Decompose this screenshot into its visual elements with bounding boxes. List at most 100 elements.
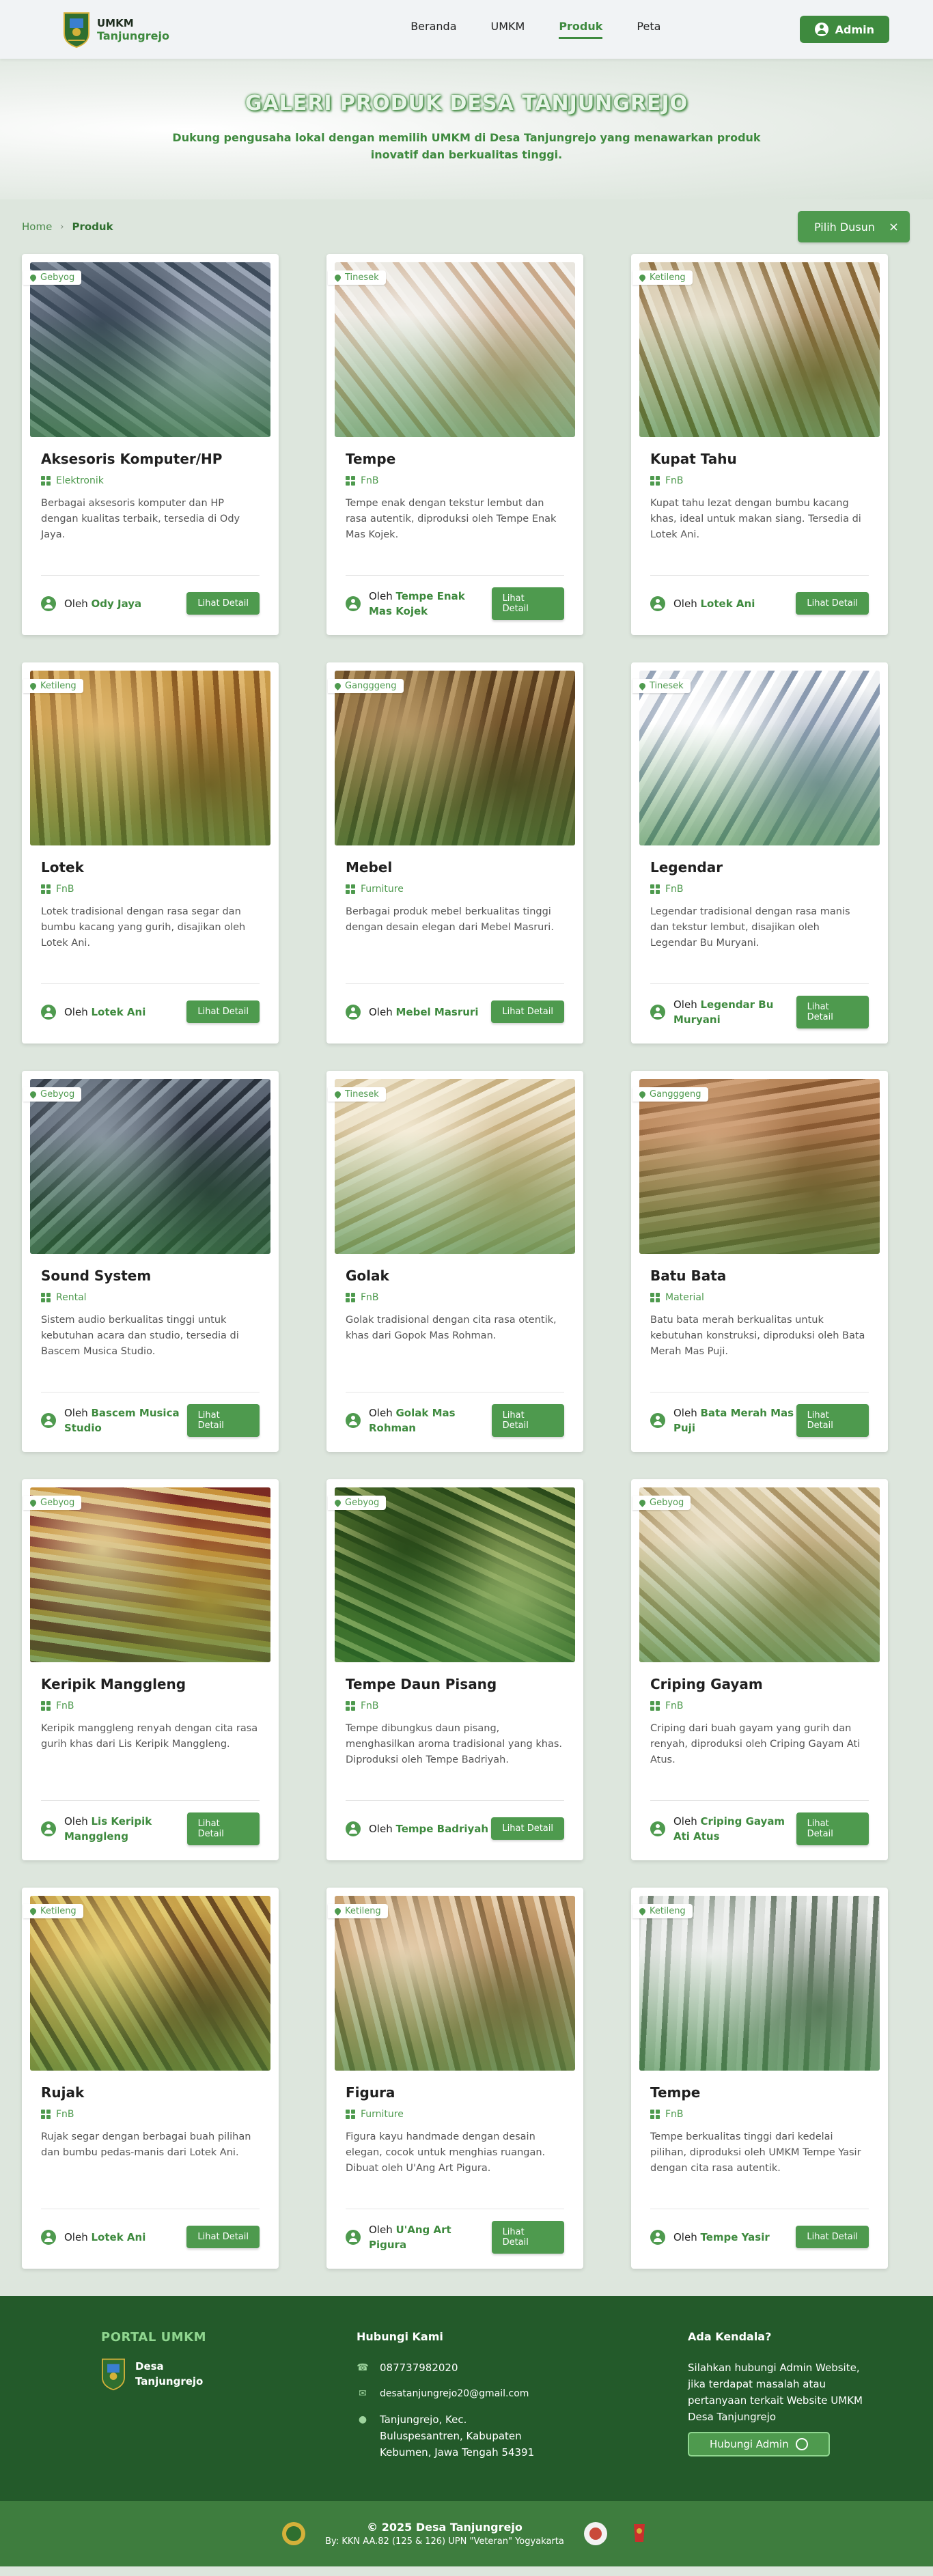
product-card: Gangggeng Mebel Furniture Berbagai produ… bbox=[326, 662, 583, 1044]
nav-umkm[interactable]: UMKM bbox=[491, 20, 525, 39]
user-avatar-icon bbox=[346, 596, 361, 611]
product-description: Tempe berkualitas tinggi dari kedelai pi… bbox=[650, 2131, 861, 2174]
product-card: Gebyog Criping Gayam FnB Criping dari bu… bbox=[631, 1479, 888, 1860]
view-detail-button[interactable]: Lihat Detail bbox=[796, 1403, 869, 1437]
dusun-tag-label: Tinesek bbox=[345, 1089, 379, 1100]
product-image bbox=[335, 262, 575, 437]
location-pin-icon bbox=[29, 682, 38, 690]
contact-email[interactable]: desatanjungrejo20@gmail.com bbox=[380, 2385, 529, 2402]
page-title: GALERI PRODUK DESA TANJUNGREJO bbox=[245, 92, 688, 115]
view-detail-button[interactable]: Lihat Detail bbox=[491, 1817, 564, 1840]
dusun-tag: Gebyog bbox=[23, 1087, 82, 1102]
chevron-right-icon: › bbox=[60, 221, 64, 232]
product-description: Berbagai aksesoris komputer dan HP denga… bbox=[41, 498, 240, 540]
nav-beranda[interactable]: Beranda bbox=[410, 20, 456, 39]
copyright: © 2025 Desa Tanjungrejo bbox=[367, 2521, 523, 2534]
view-detail-button[interactable]: Lihat Detail bbox=[491, 587, 564, 620]
dusun-filter-select[interactable]: Pilih Dusun × bbox=[798, 211, 910, 242]
location-pin-icon bbox=[638, 1498, 647, 1507]
by-label: Oleh bbox=[369, 1406, 393, 1419]
footer-portal-title: PORTAL UMKM bbox=[101, 2330, 206, 2344]
product-card: Gebyog Tempe Daun Pisang FnB Tempe dibun… bbox=[326, 1479, 583, 1860]
product-image bbox=[30, 1487, 270, 1662]
view-detail-button[interactable]: Lihat Detail bbox=[796, 2226, 869, 2248]
dusun-filter-label: Pilih Dusun bbox=[814, 220, 875, 234]
view-detail-button[interactable]: Lihat Detail bbox=[796, 1812, 869, 1845]
category-label: FnB bbox=[665, 2109, 684, 2120]
product-card: Ketileng Tempe FnB Tempe berkualitas tin… bbox=[631, 1888, 888, 2269]
owner-name[interactable]: Tempe Badriyah bbox=[396, 1823, 489, 1835]
category-label: Material bbox=[665, 1292, 704, 1303]
user-avatar-icon bbox=[650, 2229, 665, 2245]
by-label: Oleh bbox=[673, 2230, 697, 2243]
card-footer: Oleh Lotek Ani Lihat Detail bbox=[41, 983, 260, 1044]
product-category: FnB bbox=[346, 1700, 564, 1711]
owner-name[interactable]: Tempe Yasir bbox=[701, 2231, 770, 2243]
product-category: FnB bbox=[41, 884, 260, 895]
category-label: Rental bbox=[56, 1292, 87, 1303]
product-owner: Oleh Tempe Enak Mas Kojek bbox=[346, 589, 492, 619]
user-avatar-icon bbox=[346, 2229, 361, 2245]
category-grid-icon bbox=[41, 1293, 51, 1302]
breadcrumb-home[interactable]: Home bbox=[22, 221, 52, 233]
category-grid-icon bbox=[346, 1293, 355, 1302]
nav-peta[interactable]: Peta bbox=[637, 20, 660, 39]
location-pin-icon bbox=[333, 273, 342, 282]
user-avatar-icon bbox=[41, 596, 56, 611]
product-owner: Oleh Lis Keripik Manggleng bbox=[41, 1814, 187, 1844]
user-avatar-icon bbox=[650, 1412, 665, 1428]
product-title: Aksesoris Komputer/HP bbox=[41, 451, 223, 467]
admin-button[interactable]: Admin bbox=[799, 16, 889, 43]
owner-name[interactable]: Lotek Ani bbox=[701, 598, 755, 610]
credit: By: KKN AA.82 (125 & 126) UPN "Veteran" … bbox=[325, 2536, 564, 2547]
product-description: Golak tradisional dengan cita rasa otent… bbox=[346, 1315, 557, 1341]
view-detail-button[interactable]: Lihat Detail bbox=[491, 1403, 564, 1437]
product-card: Gebyog Aksesoris Komputer/HP Elektronik … bbox=[22, 254, 279, 635]
view-detail-button[interactable]: Lihat Detail bbox=[186, 1812, 260, 1845]
nav-produk[interactable]: Produk bbox=[559, 20, 603, 39]
product-title: Tempe bbox=[650, 2084, 701, 2101]
view-detail-button[interactable]: Lihat Detail bbox=[796, 995, 869, 1028]
category-grid-icon bbox=[41, 2110, 51, 2119]
dusun-tag: Ketileng bbox=[23, 679, 83, 693]
owner-name[interactable]: Lotek Ani bbox=[92, 2231, 146, 2243]
owner-name[interactable]: Ody Jaya bbox=[92, 598, 142, 610]
card-footer: Oleh Lotek Ani Lihat Detail bbox=[650, 575, 869, 635]
dusun-tag: Ketileng bbox=[632, 1904, 693, 1918]
view-detail-button[interactable]: Lihat Detail bbox=[186, 2226, 260, 2248]
user-avatar-icon bbox=[346, 1004, 361, 1020]
contact-phone[interactable]: 087737982020 bbox=[380, 2360, 458, 2376]
footer-desa-line2: Tanjungrejo bbox=[135, 2375, 204, 2388]
view-detail-button[interactable]: Lihat Detail bbox=[796, 592, 869, 615]
dusun-tag-label: Tinesek bbox=[345, 272, 379, 283]
product-category: FnB bbox=[41, 2109, 260, 2120]
dusun-tag: Tinesek bbox=[632, 679, 691, 693]
view-detail-button[interactable]: Lihat Detail bbox=[186, 1403, 260, 1437]
dusun-tag: Tinesek bbox=[328, 1087, 386, 1102]
user-avatar-icon bbox=[650, 596, 665, 611]
by-label: Oleh bbox=[673, 597, 697, 610]
hero-subtitle: Dukung pengusaha lokal dengan memilih UM… bbox=[172, 131, 761, 161]
category-grid-icon bbox=[650, 1293, 660, 1302]
view-detail-button[interactable]: Lihat Detail bbox=[491, 2220, 564, 2254]
main-nav: Beranda UMKM Produk Peta bbox=[410, 20, 660, 39]
owner-name[interactable]: Lotek Ani bbox=[92, 1006, 146, 1018]
product-category: Furniture bbox=[346, 884, 564, 895]
product-category: FnB bbox=[650, 2109, 869, 2120]
view-detail-button[interactable]: Lihat Detail bbox=[186, 1000, 260, 1023]
brand[interactable]: UMKM Tanjungrejo bbox=[63, 10, 169, 48]
clear-icon[interactable]: × bbox=[889, 220, 899, 234]
product-image bbox=[30, 1896, 270, 2071]
category-label: FnB bbox=[56, 1700, 74, 1711]
view-detail-button[interactable]: Lihat Detail bbox=[491, 1000, 564, 1023]
product-title: Tempe Daun Pisang bbox=[346, 1676, 497, 1692]
product-title: Rujak bbox=[41, 2084, 85, 2101]
product-card: Tinesek Tempe FnB Tempe enak dengan teks… bbox=[326, 254, 583, 635]
product-card: Ketileng Rujak FnB Rujak segar dengan be… bbox=[22, 1888, 279, 2269]
contact-admin-button[interactable]: Hubungi Admin bbox=[688, 2432, 830, 2456]
owner-name[interactable]: Mebel Masruri bbox=[396, 1006, 479, 1018]
help-text: Silahkan hubungi Admin Website, jika ter… bbox=[688, 2362, 863, 2423]
dusun-tag-label: Ketileng bbox=[40, 681, 76, 691]
view-detail-button[interactable]: Lihat Detail bbox=[186, 592, 260, 615]
card-footer: Oleh Tempe Yasir Lihat Detail bbox=[650, 2209, 869, 2269]
